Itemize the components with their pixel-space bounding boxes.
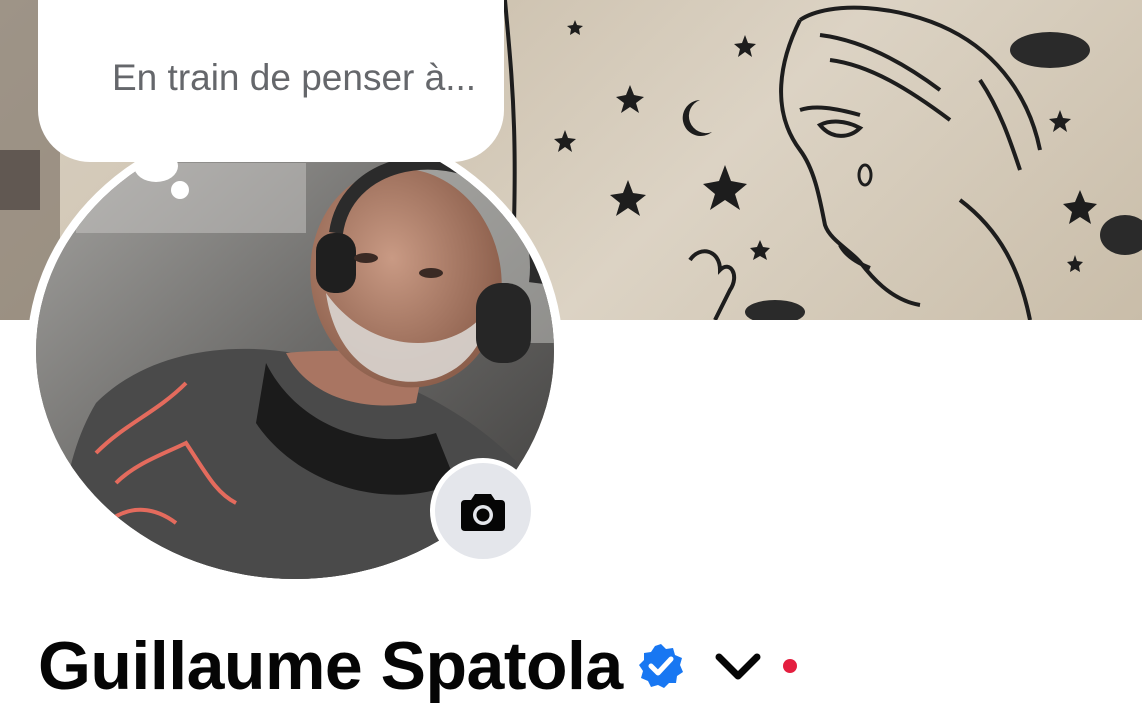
chevron-down-icon[interactable] — [713, 641, 763, 691]
profile-page: En train de penser à... Guillaume Spatol… — [0, 0, 1142, 711]
thought-bubble-tail-small — [171, 181, 189, 199]
notification-dot — [782, 659, 797, 673]
thought-bubble-note[interactable]: En train de penser à... — [38, 0, 504, 162]
change-profile-photo-button[interactable] — [430, 458, 536, 564]
thought-bubble-placeholder: En train de penser à... — [112, 57, 477, 98]
profile-name-row: Guillaume Spatola — [38, 626, 797, 706]
profile-name: Guillaume Spatola — [38, 628, 623, 704]
camera-icon — [461, 494, 505, 531]
thought-bubble-tail-large — [134, 150, 178, 182]
verified-badge-icon — [638, 644, 683, 688]
